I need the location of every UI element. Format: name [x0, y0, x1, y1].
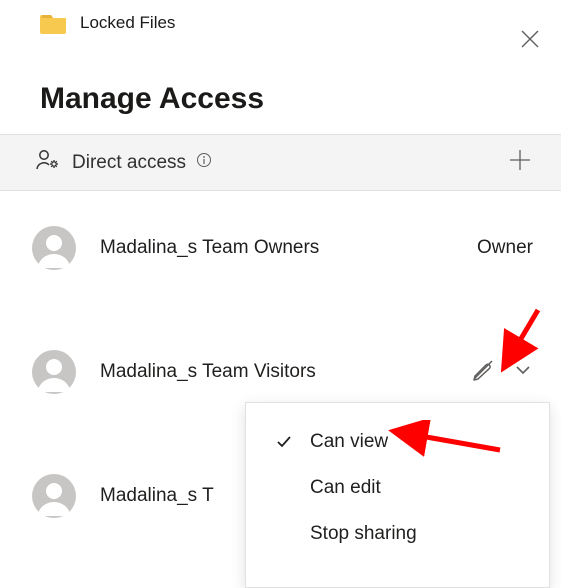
dropdown-item-label: Can view — [310, 431, 388, 453]
dropdown-item-stop-sharing[interactable]: Stop sharing — [260, 511, 537, 557]
dropdown-item-can-edit[interactable]: Can edit — [260, 465, 537, 511]
folder-icon — [40, 12, 68, 34]
check-icon — [268, 433, 300, 451]
avatar-icon — [32, 226, 76, 270]
people-gear-icon — [36, 149, 60, 176]
add-principal-button[interactable] — [507, 147, 533, 178]
principal-row: Madalina_s Team Owners Owner — [0, 205, 561, 291]
cannot-edit-icon[interactable] — [471, 358, 495, 387]
direct-access-section-header: Direct access — [0, 134, 561, 191]
principal-name: Madalina_s Team Visitors — [100, 361, 471, 383]
principal-role: Owner — [477, 237, 533, 259]
principal-name: Madalina_s Team Owners — [100, 237, 477, 259]
info-icon[interactable] — [196, 152, 212, 173]
avatar-icon — [32, 474, 76, 518]
avatar-icon — [32, 350, 76, 394]
page-title: Manage Access — [0, 42, 561, 134]
dropdown-item-label: Stop sharing — [310, 523, 417, 545]
header-bar: Locked Files — [0, 0, 561, 42]
permission-dropdown-menu: Can view Can edit Stop sharing — [245, 402, 550, 588]
close-button[interactable] — [519, 28, 541, 55]
location-title: Locked Files — [80, 13, 175, 33]
permission-dropdown-button[interactable] — [513, 360, 533, 385]
section-label: Direct access — [72, 152, 186, 174]
dropdown-item-can-view[interactable]: Can view — [260, 419, 537, 465]
dropdown-item-label: Can edit — [310, 477, 381, 499]
